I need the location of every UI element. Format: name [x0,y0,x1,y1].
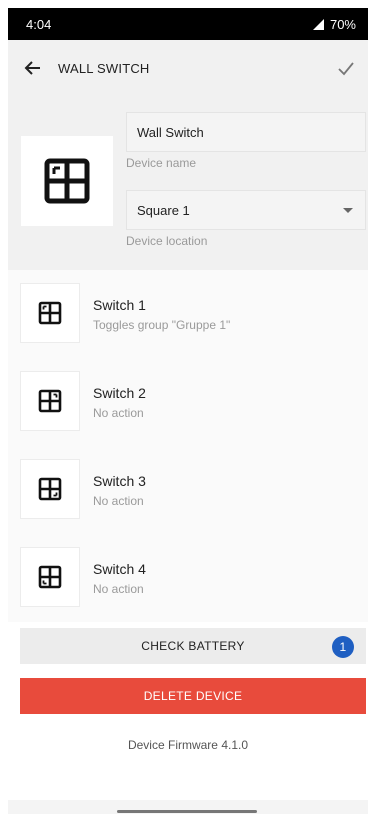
switch-action: No action [93,582,144,596]
switch-name: Switch 4 [93,561,146,577]
switch-2-icon [38,389,62,413]
status-bar: 4:04 70% [8,8,368,40]
battery-percent: 70% [329,16,356,32]
device-name-value: Wall Switch [137,124,204,140]
app-bar: WALL SWITCH [8,40,368,96]
back-button[interactable] [8,40,58,96]
save-button[interactable] [324,40,368,96]
device-name-field[interactable]: Wall Switch [126,112,366,152]
switch-row-3[interactable]: Switch 3 No action [8,446,368,534]
home-indicator[interactable] [117,810,257,813]
device-location-select[interactable]: Square 1 [126,190,366,230]
switch-thumbnail [20,459,80,519]
status-time: 4:04 [26,16,52,32]
device-image [21,136,113,226]
switch-4-icon [38,565,62,589]
delete-device-label: DELETE DEVICE [143,689,243,703]
switch-name: Switch 3 [93,473,146,489]
check-battery-button[interactable]: CHECK BATTERY 1 [20,628,366,664]
arrow-left-icon [24,61,40,75]
switch-name: Switch 2 [93,385,146,401]
device-name-label: Device name [126,156,197,170]
switch-thumbnail [20,547,80,607]
switch-action: No action [93,406,144,420]
switch-list: Switch 1 Toggles group "Gruppe 1" Switch… [8,270,368,622]
switch-3-icon [38,477,62,501]
switch-thumbnail [20,371,80,431]
switch-row-2[interactable]: Switch 2 No action [8,358,368,446]
wall-switch-icon [44,158,90,204]
delete-device-button[interactable]: DELETE DEVICE [20,678,366,714]
check-battery-label: CHECK BATTERY [141,639,245,653]
checkmark-icon [338,62,354,76]
switch-row-1[interactable]: Switch 1 Toggles group "Gruppe 1" [8,270,368,358]
device-header: Wall Switch Device name Square 1 Device … [8,96,368,270]
dropdown-arrow-icon [343,208,353,213]
device-location-value: Square 1 [137,202,190,218]
notification-badge: 1 [332,636,354,658]
firmware-version: Device Firmware 4.1.0 [127,738,249,752]
page-title: WALL SWITCH [58,60,150,76]
switch-action: Toggles group "Gruppe 1" [93,318,231,332]
switch-name: Switch 1 [93,297,146,313]
signal-icon [312,18,324,30]
switch-thumbnail [20,283,80,343]
device-location-label: Device location [126,234,208,248]
status-indicators: 70% [312,16,356,32]
switch-row-4[interactable]: Switch 4 No action [8,534,368,622]
switch-action: No action [93,494,144,508]
switch-1-icon [38,301,62,325]
